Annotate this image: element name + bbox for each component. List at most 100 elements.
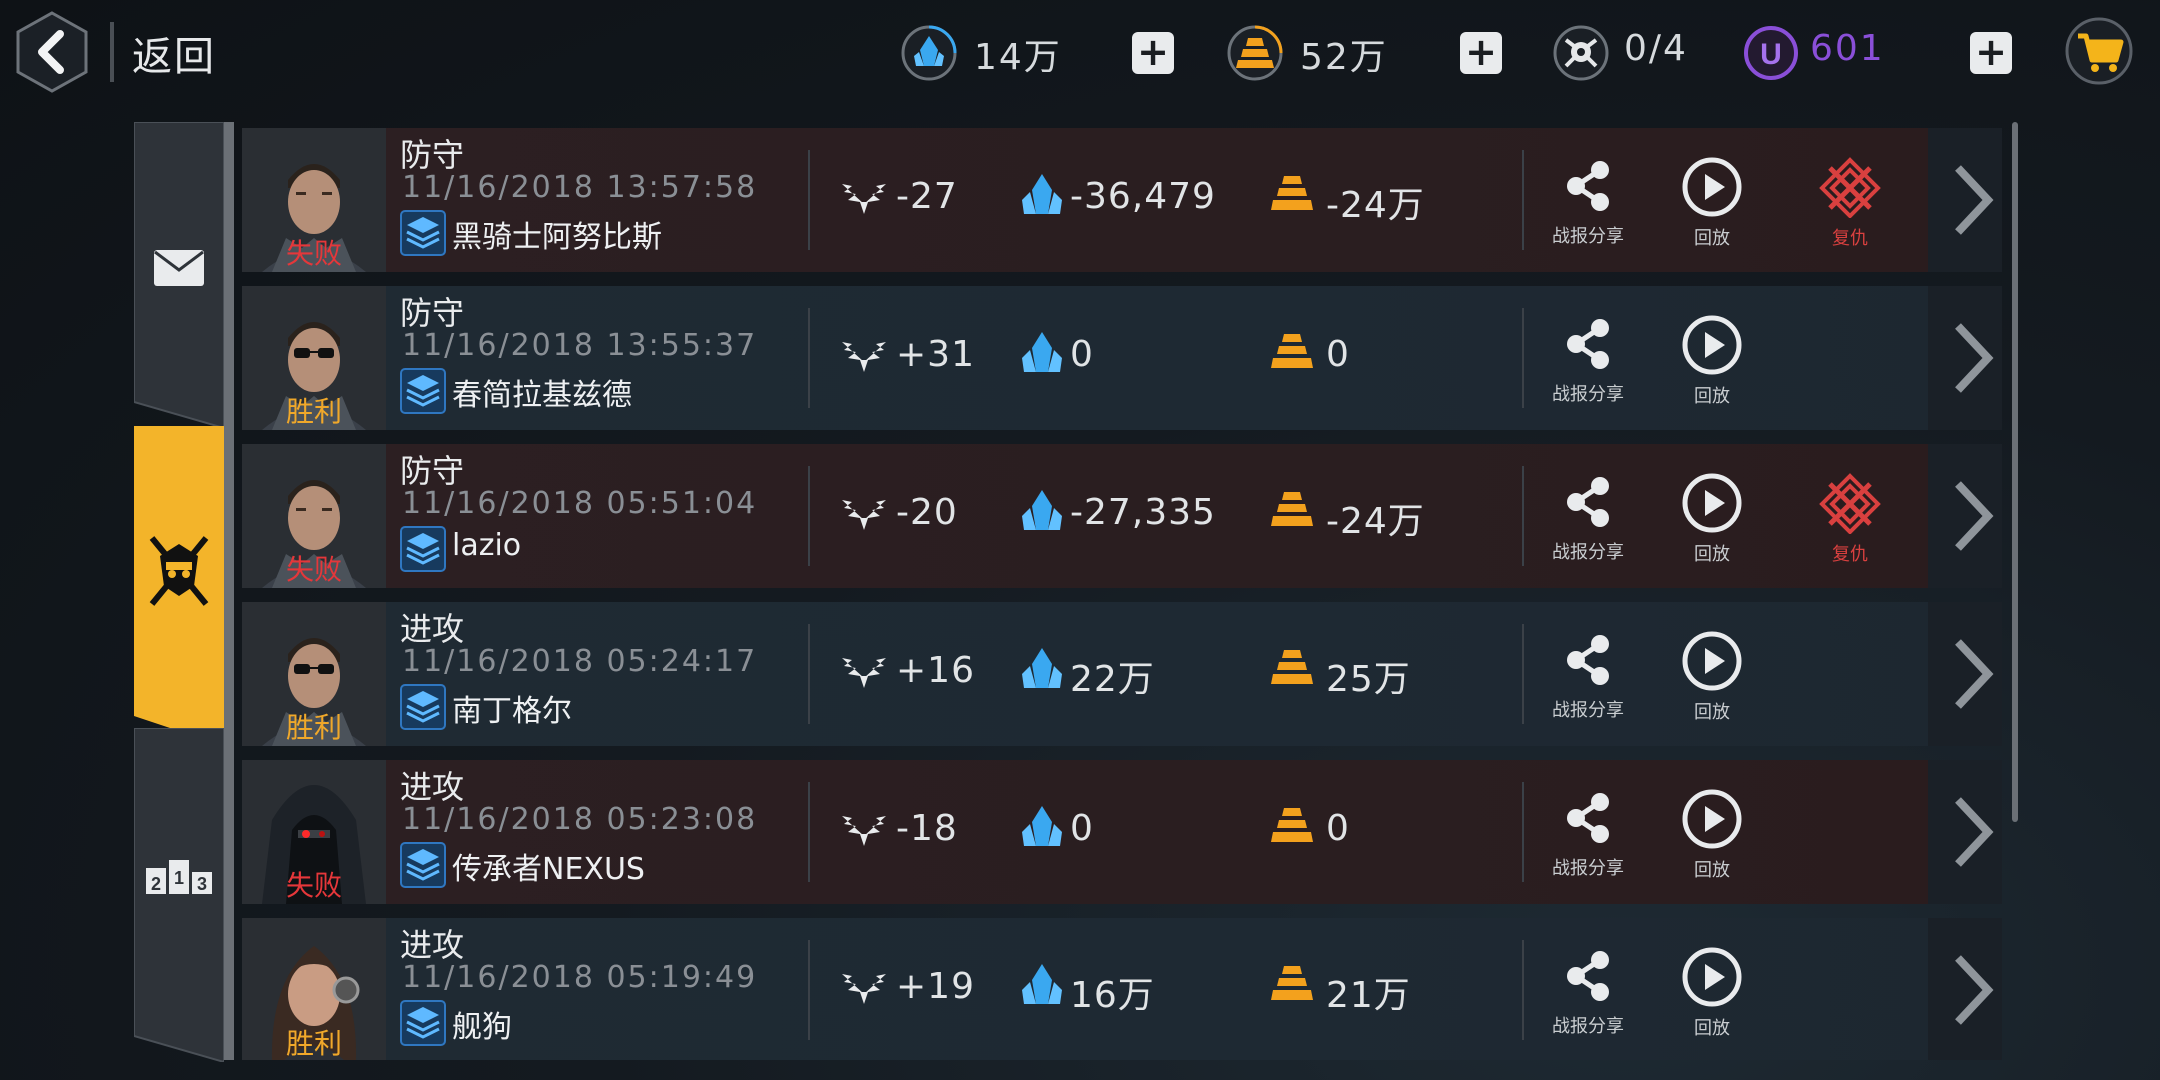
divider	[1522, 624, 1524, 724]
chevron-right-icon[interactable]	[1950, 636, 1994, 712]
divider	[1522, 466, 1524, 566]
battle-row-2[interactable]: 胜利 防守 11/16/2018 13:55:37 春简拉基兹德 +31 0 0…	[242, 286, 2002, 430]
drone-value: 0/4	[1624, 28, 1688, 69]
chevron-right-icon[interactable]	[1950, 794, 1994, 870]
back-button[interactable]	[14, 10, 90, 94]
cart-icon	[2065, 17, 2133, 85]
player-name: 传承者NEXUS	[452, 852, 645, 887]
revenge-label: 复仇	[1832, 544, 1868, 565]
gold-icon	[1268, 490, 1316, 534]
scrollbar[interactable]	[2012, 122, 2018, 822]
gold-change: 25万	[1326, 659, 1411, 700]
mail-icon	[154, 250, 204, 286]
tab-ranking[interactable]: 2 1 3	[133, 727, 225, 1066]
share-icon	[1567, 319, 1609, 369]
share-button[interactable]: 战报分享	[1538, 472, 1638, 564]
share-label: 战报分享	[1552, 858, 1624, 879]
share-label: 战报分享	[1552, 1016, 1624, 1037]
top-bar: 返回 14万 + 52万 + 0/4 U 601 +	[0, 0, 2160, 110]
revenge-button[interactable]: 复仇	[1800, 472, 1900, 566]
gold-change: -24万	[1326, 185, 1425, 226]
divider	[808, 308, 810, 408]
crystal-change: -27,335	[1070, 492, 1216, 533]
battle-row-5[interactable]: 失败 进攻 11/16/2018 05:23:08 传承者NEXUS -18 0…	[242, 760, 2002, 904]
share-label: 战报分享	[1552, 542, 1624, 563]
chevron-right-icon[interactable]	[1950, 478, 1994, 554]
crystal-icon	[900, 24, 958, 82]
shop-cart-button[interactable]	[2064, 16, 2134, 86]
divider	[1522, 308, 1524, 408]
league-icon	[400, 210, 446, 256]
replay-button[interactable]: 回放	[1662, 314, 1762, 408]
svg-text:2: 2	[151, 874, 161, 894]
add-u-currency-button[interactable]: +	[1970, 32, 2012, 74]
battle-log-list[interactable]: 失败 防守 11/16/2018 13:57:58 黑骑士阿努比斯 -27 -3…	[242, 128, 2002, 1060]
league-icon	[400, 526, 446, 572]
tab-battle-log[interactable]	[134, 426, 224, 750]
share-button[interactable]: 战报分享	[1538, 630, 1638, 722]
crystal-icon	[1020, 804, 1064, 854]
share-button[interactable]: 战报分享	[1538, 946, 1638, 1038]
share-icon	[1567, 477, 1609, 527]
share-button[interactable]: 战报分享	[1538, 788, 1638, 880]
replay-button[interactable]: 回放	[1662, 156, 1762, 250]
trophy-change: -18	[896, 808, 958, 849]
replay-button[interactable]: 回放	[1662, 946, 1762, 1040]
trophy-change: +31	[896, 334, 975, 375]
result-label: 失败	[285, 869, 342, 902]
chevron-right-icon[interactable]	[1950, 320, 1994, 396]
replay-button[interactable]: 回放	[1662, 788, 1762, 882]
replay-label: 回放	[1694, 228, 1730, 249]
gold-value: 52万	[1300, 37, 1388, 78]
divider	[808, 782, 810, 882]
battle-time: 11/16/2018 05:23:08	[402, 802, 758, 837]
trophy-wings-icon	[836, 810, 892, 854]
tab-mail[interactable]	[133, 121, 225, 432]
crystal-icon	[1020, 330, 1064, 380]
trophy-wings-icon	[836, 494, 892, 538]
gold-icon	[1226, 24, 1284, 82]
divider	[808, 624, 810, 724]
chevron-right-icon[interactable]	[1950, 952, 1994, 1028]
divider	[1522, 150, 1524, 250]
revenge-icon	[1819, 473, 1881, 534]
crystal-icon	[1020, 488, 1064, 538]
play-icon	[1682, 947, 1742, 1007]
gold-icon	[1268, 174, 1316, 218]
trophy-wings-icon	[836, 178, 892, 222]
chevron-right-icon[interactable]	[1950, 162, 1994, 238]
trophy-wings-icon	[836, 968, 892, 1012]
crystal-change: 0	[1070, 334, 1094, 375]
drone-icon	[1552, 24, 1610, 82]
battle-row-4[interactable]: 胜利 进攻 11/16/2018 05:24:17 南丁格尔 +16 22万 2…	[242, 602, 2002, 746]
revenge-button[interactable]: 复仇	[1800, 156, 1900, 250]
back-label[interactable]: 返回	[132, 24, 216, 82]
result-label: 失败	[285, 237, 342, 270]
side-rail	[224, 122, 234, 1060]
battle-time: 11/16/2018 05:19:49	[402, 960, 758, 995]
battle-time: 11/16/2018 05:24:17	[402, 644, 758, 679]
svg-text:3: 3	[197, 874, 207, 894]
share-label: 战报分享	[1552, 226, 1624, 247]
share-label: 战报分享	[1552, 700, 1624, 721]
battle-time: 11/16/2018 05:51:04	[402, 486, 758, 521]
replay-label: 回放	[1694, 702, 1730, 723]
replay-button[interactable]: 回放	[1662, 472, 1762, 566]
result-label: 失败	[285, 553, 342, 586]
battle-row-6[interactable]: 胜利 进攻 11/16/2018 05:19:49 舰狗 +19 16万 21万…	[242, 918, 2002, 1060]
add-crystal-button[interactable]: +	[1132, 32, 1174, 74]
trophy-wings-icon	[836, 652, 892, 696]
replay-button[interactable]: 回放	[1662, 630, 1762, 724]
play-icon	[1682, 631, 1742, 691]
battle-row-3[interactable]: 失败 防守 11/16/2018 05:51:04 lazio -20 -27,…	[242, 444, 2002, 588]
add-gold-button[interactable]: +	[1460, 32, 1502, 74]
share-button[interactable]: 战报分享	[1538, 156, 1638, 248]
share-button[interactable]: 战报分享	[1538, 314, 1638, 406]
crystal-icon	[1020, 172, 1064, 222]
side-tab-bar: 2 1 3	[133, 121, 234, 1064]
player-name: 南丁格尔	[452, 694, 572, 729]
crystal-value: 14万	[974, 37, 1062, 78]
trophy-change: -27	[896, 176, 958, 217]
share-icon	[1567, 635, 1609, 685]
battle-row-1[interactable]: 失败 防守 11/16/2018 13:57:58 黑骑士阿努比斯 -27 -3…	[242, 128, 2002, 272]
